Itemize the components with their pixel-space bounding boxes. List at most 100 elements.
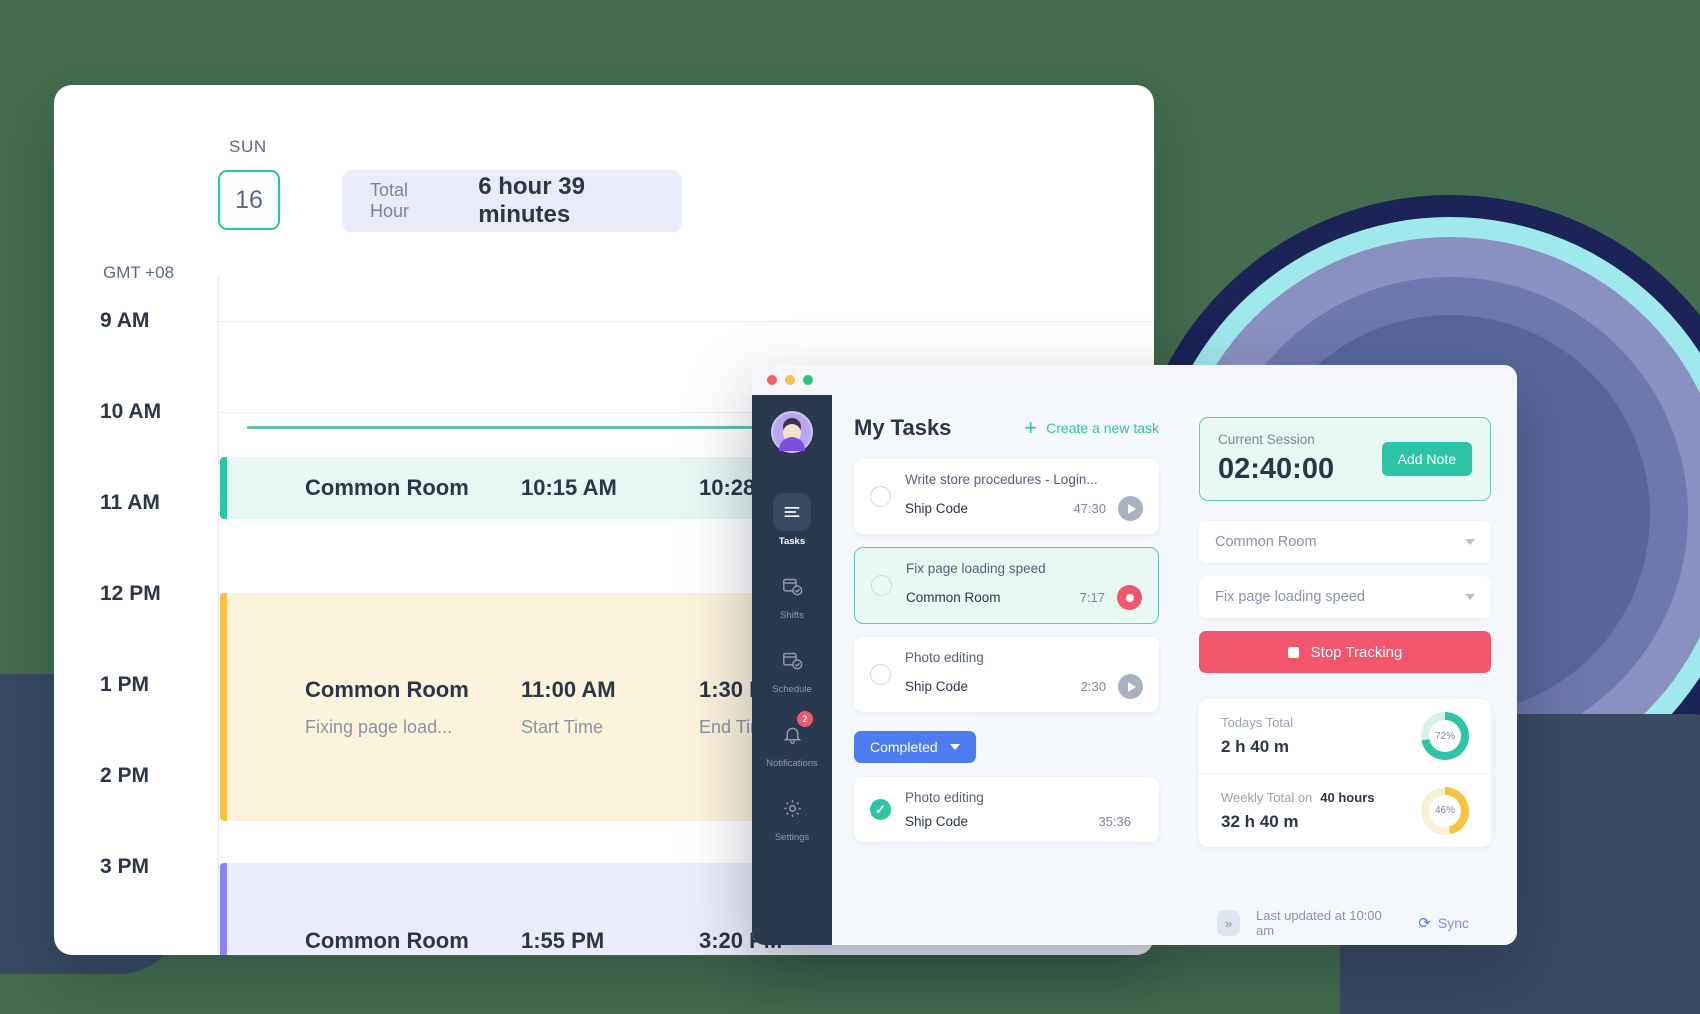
add-note-button[interactable]: Add Note (1381, 442, 1472, 476)
completed-filter-chip[interactable]: Completed (854, 731, 976, 763)
sidebar-item-tasks[interactable]: Tasks (752, 493, 832, 547)
session-info: Current Session 02:40:00 (1218, 432, 1334, 486)
task-duration: 7:17 (1079, 590, 1105, 605)
task-card[interactable]: Fix page loading speed Common Room 7:17 (854, 547, 1159, 624)
hour-label: 9 AM (100, 309, 150, 332)
app-body: Tasks Shifts Schedule 2 Notifications Setting… (752, 395, 1517, 945)
event-start: 1:55 PM (521, 927, 605, 953)
stats-card: Todays Total 2 h 40 m 72% Weekly Total on 40… (1199, 699, 1491, 847)
project-select-value: Common Room (1215, 534, 1317, 550)
avatar[interactable] (771, 411, 813, 453)
total-hour-bar: Total Hour 6 hour 39 minutes (342, 170, 682, 232)
project-select[interactable]: Common Room (1199, 521, 1491, 563)
event-color-bar (220, 863, 227, 955)
task-name: Photo editing (905, 790, 984, 805)
total-hour-label: Total Hour (370, 180, 410, 221)
collapse-panel-button[interactable]: » (1217, 910, 1240, 936)
event-sub-room: Fixing page load... (305, 716, 453, 737)
donut-percent-label: 72% (1434, 730, 1455, 742)
task-content: Photo editing Ship Code 35:36 (905, 790, 1143, 829)
play-icon[interactable] (1118, 674, 1143, 699)
tasks-icon (773, 493, 811, 531)
sync-label: Sync (1437, 915, 1469, 931)
task-meta-row: Ship Code 35:36 (905, 814, 1143, 829)
close-icon[interactable] (767, 375, 777, 385)
task-checkbox[interactable] (870, 486, 891, 507)
stat-label: Weekly Total on 40 hours (1221, 789, 1375, 805)
task-meta-row: Ship Code 47:30 (905, 496, 1143, 521)
session-label: Current Session (1218, 432, 1315, 447)
task-list: Write store procedures - Login... Ship Co… (854, 459, 1159, 712)
event-color-bar (220, 457, 227, 519)
stop-tracking-button[interactable]: Stop Tracking (1199, 631, 1491, 673)
stat-value: 2 h 40 m (1221, 737, 1290, 756)
schedule-icon (773, 641, 811, 679)
sidebar-item-label: Schedule (772, 684, 812, 695)
task-project: Ship Code (905, 814, 969, 829)
task-card[interactable]: Photo editing Ship Code 35:36 (854, 777, 1159, 842)
task-meta-row: Common Room 7:17 (906, 585, 1142, 610)
task-content: Fix page loading speed Common Room 7:17 (906, 561, 1142, 610)
sidebar-item-schedule[interactable]: Schedule (752, 641, 832, 695)
total-hour-value: 6 hour 39 minutes (478, 173, 585, 228)
task-name: Fix page loading speed (906, 561, 1046, 576)
progress-donut: 72% (1421, 712, 1469, 760)
event-room: Common Room (305, 475, 469, 500)
stat-row: Weekly Total on 40 hours 32 h 40 m 46% (1199, 773, 1491, 847)
sidebar-item-settings[interactable]: Settings (752, 789, 832, 843)
event-start: 10:15 AM (521, 475, 617, 500)
progress-donut: 46% (1421, 786, 1469, 835)
hour-label: 11 AM (100, 491, 160, 514)
hour-label: 3 PM (100, 855, 150, 878)
task-checkbox[interactable] (871, 575, 892, 596)
event-room: Common Room (305, 927, 469, 953)
stop-icon[interactable] (1117, 585, 1142, 610)
donut-percent-label: 46% (1434, 805, 1455, 816)
tasks-header: My Tasks + Create a new task (854, 415, 1159, 441)
task-checkbox[interactable] (870, 664, 891, 685)
hour-label: 12 PM (100, 582, 161, 605)
task-meta-row: Ship Code 2:30 (905, 674, 1143, 699)
stat-label-highlight: 40 hours (1320, 789, 1375, 805)
timer-panel: Current Session 02:40:00 Add Note Common… (1181, 395, 1517, 945)
session-timer: 02:40:00 (1218, 453, 1335, 485)
create-task-label: Create a new task (1046, 420, 1159, 436)
sidebar-nav: Tasks Shifts Schedule 2 Notifications Setting… (752, 493, 832, 863)
task-project: Ship Code (905, 501, 969, 516)
task-checkbox[interactable] (870, 799, 891, 820)
task-duration: 35:36 (1098, 814, 1131, 829)
event-sub-start: Start Time (521, 716, 604, 737)
event-color-bar (220, 593, 227, 821)
play-icon[interactable] (1118, 496, 1143, 521)
sidebar-item-notifications[interactable]: 2 Notifications (752, 711, 832, 769)
minimize-icon[interactable] (785, 375, 795, 385)
avatar-body (779, 437, 805, 451)
task-select-value: Fix page loading speed (1215, 589, 1365, 605)
create-task-button[interactable]: + Create a new task (1024, 417, 1159, 439)
sync-icon: ⟳ (1418, 915, 1431, 932)
task-card[interactable]: Photo editing Ship Code 2:30 (854, 637, 1159, 712)
sidebar-item-label: Tasks (778, 536, 806, 547)
sidebar-item-label: Shifts (780, 610, 804, 621)
hour-label: 10 AM (100, 400, 162, 423)
stat-info: Todays Total 2 h 40 m (1221, 715, 1293, 757)
task-content: Photo editing Ship Code 2:30 (905, 650, 1143, 699)
sidebar-item-label: Settings (774, 832, 810, 843)
maximize-icon[interactable] (803, 375, 813, 385)
page-title: My Tasks (854, 415, 952, 440)
calendar-day-number[interactable]: 16 (218, 170, 280, 230)
tasks-panel: My Tasks + Create a new task Write store… (832, 395, 1181, 945)
sync-button[interactable]: ⟳ Sync (1418, 914, 1469, 932)
stat-row: Todays Total 2 h 40 m 72% (1199, 699, 1491, 773)
chevron-down-icon (1465, 539, 1475, 545)
calendar-day-label: SUN (229, 137, 267, 156)
task-card[interactable]: Write store procedures - Login... Ship Co… (854, 459, 1159, 534)
timezone-label: GMT +08 (103, 263, 175, 282)
stop-tracking-label: Stop Tracking (1310, 643, 1403, 661)
notification-badge: 2 (797, 711, 813, 727)
event-room: Common Room (305, 676, 469, 702)
sidebar-item-shifts[interactable]: Shifts (752, 567, 832, 621)
task-select[interactable]: Fix page loading speed (1199, 576, 1491, 618)
sidebar: Tasks Shifts Schedule 2 Notifications Setting… (752, 395, 832, 945)
completed-task-list: Photo editing Ship Code 35:36 (854, 777, 1159, 842)
